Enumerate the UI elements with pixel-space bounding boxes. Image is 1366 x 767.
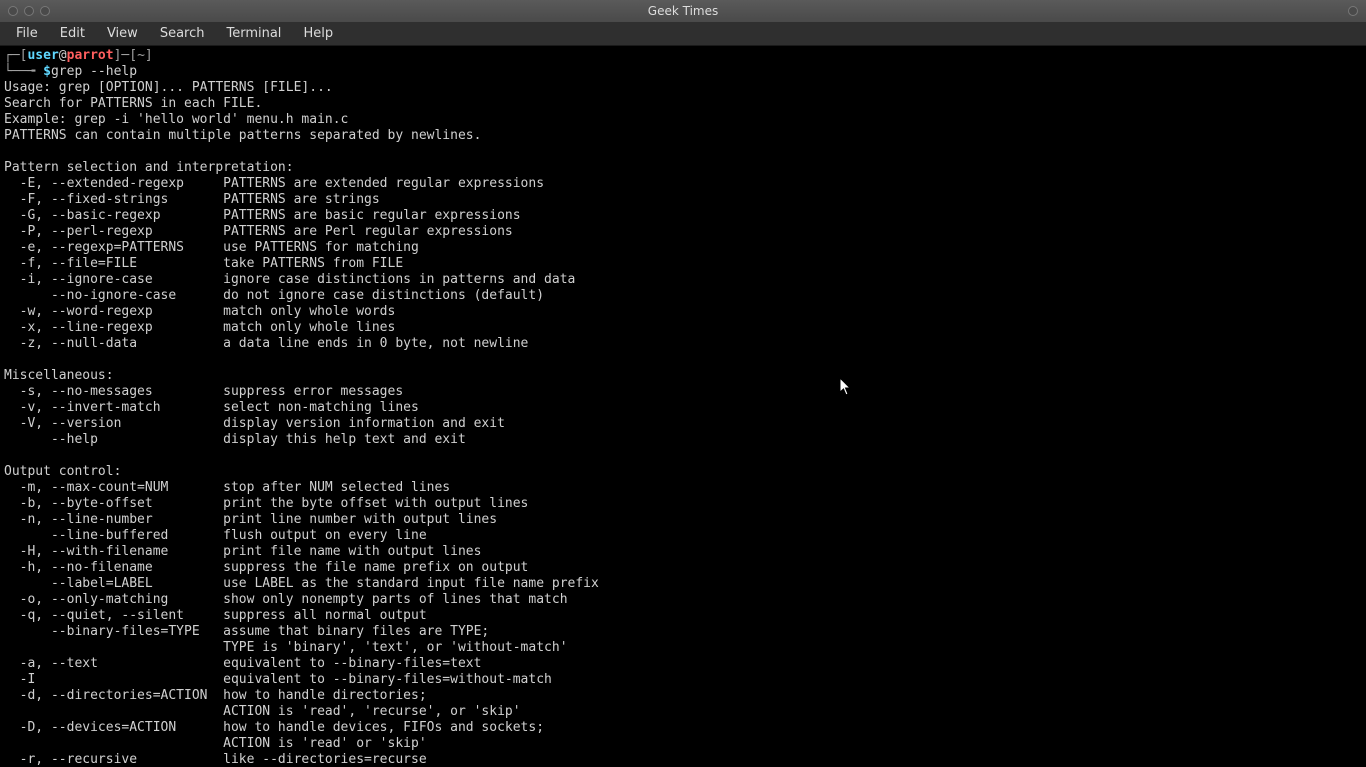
terminal-area[interactable]: ┌─[user@parrot]─[~] └──╼ $grep --help Us…	[0, 46, 1366, 767]
menu-terminal[interactable]: Terminal	[216, 24, 291, 43]
prompt-at: @	[59, 48, 67, 63]
prompt-bracket-open: ┌─[	[4, 48, 27, 63]
section1-line: -P, --perl-regexp PATTERNS are Perl regu…	[4, 224, 513, 239]
section1-line: -G, --basic-regexp PATTERNS are basic re…	[4, 208, 521, 223]
section3-line: ACTION is 'read', 'recurse', or 'skip'	[4, 704, 521, 719]
window-title: Geek Times	[648, 4, 718, 18]
section1-line: -i, --ignore-case ignore case distinctio…	[4, 272, 575, 287]
section3-line: -q, --quiet, --silent suppress all norma…	[4, 608, 427, 623]
window-titlebar: Geek Times	[0, 0, 1366, 22]
prompt-user: user	[27, 48, 58, 63]
section2-line: -s, --no-messages suppress error message…	[4, 384, 403, 399]
menu-search[interactable]: Search	[150, 24, 215, 43]
section3-line: -r, --recursive like --directories=recur…	[4, 752, 427, 767]
menu-help[interactable]: Help	[293, 24, 343, 43]
minimize-window-button[interactable]	[24, 6, 34, 16]
section3-line: --line-buffered flush output on every li…	[4, 528, 427, 543]
section3-line: -D, --devices=ACTION how to handle devic…	[4, 720, 544, 735]
maximize-window-button[interactable]	[40, 6, 50, 16]
prompt-host: parrot	[67, 48, 114, 63]
section1-line: --no-ignore-case do not ignore case dist…	[4, 288, 544, 303]
section3-line: -o, --only-matching show only nonempty p…	[4, 592, 568, 607]
command-text: grep --help	[51, 64, 137, 79]
section3-line: -I equivalent to --binary-files=without-…	[4, 672, 552, 687]
section3-line: -h, --no-filename suppress the file name…	[4, 560, 528, 575]
section3-line: -d, --directories=ACTION how to handle d…	[4, 688, 427, 703]
section2-line: -v, --invert-match select non-matching l…	[4, 400, 419, 415]
section3-line: -m, --max-count=NUM stop after NUM selec…	[4, 480, 450, 495]
section1-line: -x, --line-regexp match only whole lines	[4, 320, 395, 335]
section1-line: -w, --word-regexp match only whole words	[4, 304, 395, 319]
window-controls-left	[8, 6, 50, 16]
section3-line: --label=LABEL use LABEL as the standard …	[4, 576, 599, 591]
section3-line: -H, --with-filename print file name with…	[4, 544, 481, 559]
menu-edit[interactable]: Edit	[50, 24, 95, 43]
menu-file[interactable]: File	[6, 24, 48, 43]
prompt-line2-prefix: └──╼	[4, 64, 43, 79]
section1-title: Pattern selection and interpretation:	[4, 160, 294, 175]
window-menu-button[interactable]	[1348, 6, 1358, 16]
output-search: Search for PATTERNS in each FILE.	[4, 96, 262, 111]
section3-title: Output control:	[4, 464, 121, 479]
prompt-bracket-close: ]─[~]	[114, 48, 153, 63]
section2-line: --help display this help text and exit	[4, 432, 466, 447]
section3-line: -n, --line-number print line number with…	[4, 512, 497, 527]
section3-line: TYPE is 'binary', 'text', or 'without-ma…	[4, 640, 568, 655]
section1-line: -F, --fixed-strings PATTERNS are strings	[4, 192, 380, 207]
section1-line: -e, --regexp=PATTERNS use PATTERNS for m…	[4, 240, 419, 255]
section2-title: Miscellaneous:	[4, 368, 114, 383]
section1-line: -E, --extended-regexp PATTERNS are exten…	[4, 176, 544, 191]
section2-line: -V, --version display version informatio…	[4, 416, 505, 431]
menubar: File Edit View Search Terminal Help	[0, 22, 1366, 46]
section1-line: -z, --null-data a data line ends in 0 by…	[4, 336, 528, 351]
section3-line: -b, --byte-offset print the byte offset …	[4, 496, 528, 511]
section3-line: --binary-files=TYPE assume that binary f…	[4, 624, 489, 639]
output-usage: Usage: grep [OPTION]... PATTERNS [FILE].…	[4, 80, 333, 95]
prompt-dollar: $	[43, 64, 51, 79]
window-controls-right	[1348, 6, 1358, 16]
section3-line: -a, --text equivalent to --binary-files=…	[4, 656, 481, 671]
section3-line: ACTION is 'read' or 'skip'	[4, 736, 427, 751]
section1-line: -f, --file=FILE take PATTERNS from FILE	[4, 256, 403, 271]
menu-view[interactable]: View	[97, 24, 148, 43]
close-window-button[interactable]	[8, 6, 18, 16]
output-example: Example: grep -i 'hello world' menu.h ma…	[4, 112, 348, 127]
output-patterns-note: PATTERNS can contain multiple patterns s…	[4, 128, 481, 143]
